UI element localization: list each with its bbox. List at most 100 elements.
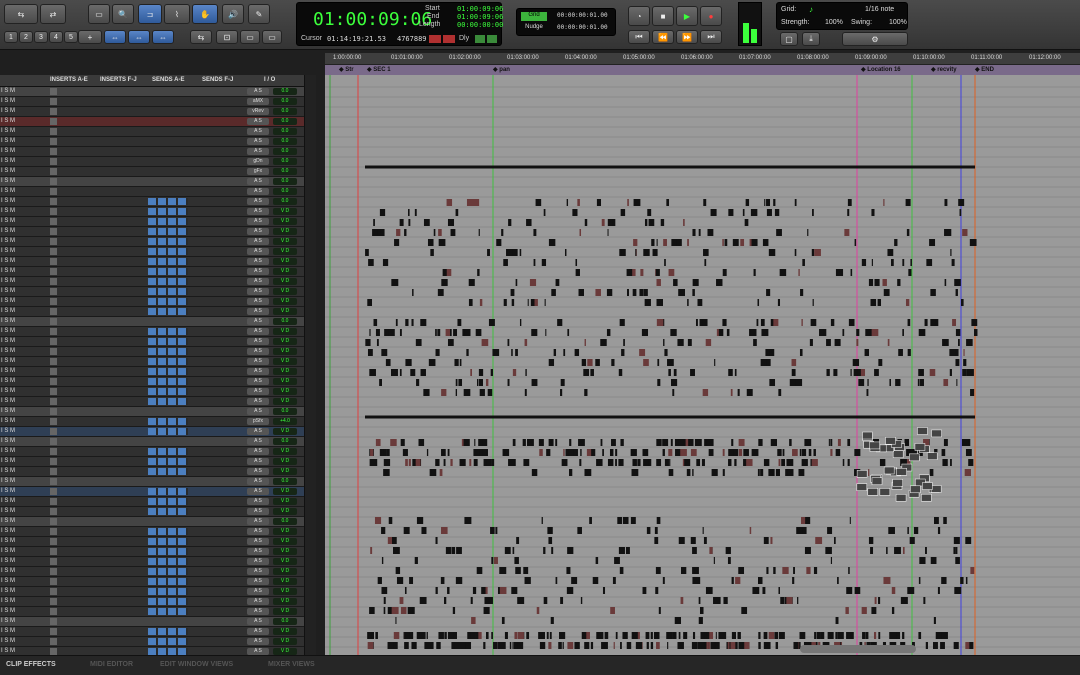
audio-clip[interactable] — [595, 289, 601, 296]
audio-clip[interactable] — [555, 577, 558, 584]
solo-mute-buttons[interactable]: I S M — [1, 328, 15, 334]
track-row[interactable]: I S MA SV D — [0, 257, 316, 267]
audio-clip[interactable] — [457, 319, 462, 326]
audio-clip[interactable] — [814, 632, 817, 639]
insert-slot[interactable] — [50, 458, 57, 465]
track-row[interactable]: I S M aMX 0.0 — [0, 97, 316, 107]
audio-clip[interactable] — [606, 289, 613, 296]
track-io-selector[interactable]: A S — [247, 258, 269, 265]
audio-clip[interactable] — [517, 597, 525, 604]
track-io-selector[interactable]: A S — [247, 408, 269, 415]
audio-clip[interactable] — [469, 279, 475, 286]
track-row[interactable]: I S MA SV D — [0, 347, 316, 357]
audio-clip[interactable] — [871, 329, 879, 336]
audio-clip[interactable] — [473, 449, 480, 456]
audio-clip[interactable] — [804, 547, 811, 554]
audio-clip[interactable] — [607, 229, 609, 236]
audio-clip[interactable] — [922, 482, 933, 490]
audio-clip[interactable] — [528, 632, 530, 639]
audio-clip[interactable] — [656, 279, 661, 286]
track-io-selector[interactable]: A S — [247, 338, 269, 345]
commands-focus-button[interactable]: ▭ — [240, 30, 260, 44]
audio-clip[interactable] — [961, 439, 969, 446]
audio-clip[interactable] — [895, 379, 901, 386]
audio-clip[interactable] — [491, 459, 495, 466]
audio-clip[interactable] — [551, 289, 556, 296]
audio-clip[interactable] — [955, 289, 958, 296]
audio-clip[interactable] — [705, 587, 713, 594]
track-io-selector[interactable]: A S — [247, 508, 269, 515]
audio-clip[interactable] — [791, 369, 796, 376]
audio-clip[interactable] — [423, 219, 430, 226]
audio-clip[interactable] — [467, 632, 472, 639]
solo-mute-buttons[interactable]: I S M — [1, 318, 15, 324]
audio-clip[interactable] — [718, 329, 723, 336]
audio-clip[interactable] — [667, 359, 674, 366]
audio-clip[interactable] — [727, 557, 731, 564]
audio-clip[interactable] — [749, 527, 752, 534]
track-row[interactable]: I S MA SV D — [0, 507, 316, 517]
audio-clip[interactable] — [536, 607, 540, 614]
audio-clip[interactable] — [600, 339, 607, 346]
audio-clip[interactable] — [589, 517, 592, 524]
audio-clip[interactable] — [370, 449, 374, 456]
audio-clip[interactable] — [581, 359, 587, 366]
audio-clip[interactable] — [900, 597, 908, 604]
solo-mute-buttons[interactable]: I S M — [1, 548, 15, 554]
audio-clip[interactable] — [486, 459, 492, 466]
swing-value[interactable]: 100% — [889, 19, 907, 26]
audio-clip[interactable] — [934, 319, 939, 326]
clip-area[interactable] — [325, 75, 1080, 655]
audio-clip[interactable] — [838, 632, 844, 639]
send-slots[interactable] — [148, 258, 188, 265]
audio-clip[interactable] — [654, 537, 659, 544]
audio-clip[interactable] — [435, 329, 437, 336]
scrubber-tool-icon[interactable]: 🔊 — [222, 4, 244, 24]
insert-slot[interactable] — [50, 438, 57, 445]
track-volume[interactable]: V D — [273, 528, 297, 535]
audio-clip[interactable] — [562, 642, 564, 649]
audio-clip[interactable] — [447, 449, 450, 456]
audio-clip[interactable] — [548, 359, 555, 366]
audio-clip[interactable] — [802, 459, 808, 466]
track-volume[interactable]: V D — [273, 608, 297, 615]
track-io-selector[interactable]: A S — [247, 88, 269, 95]
track-io-selector[interactable]: A S — [247, 448, 269, 455]
audio-clip[interactable] — [919, 379, 924, 386]
audio-clip[interactable] — [761, 329, 769, 336]
track-row[interactable]: I S M A S 0.0 — [0, 87, 316, 97]
audio-clip[interactable] — [758, 439, 763, 446]
track-row[interactable]: I S M A S 0.0 — [0, 117, 316, 127]
audio-clip[interactable] — [780, 597, 785, 604]
send-slots[interactable] — [148, 568, 188, 575]
audio-clip[interactable] — [753, 269, 756, 276]
link-track-edit-button[interactable]: ⇔ — [128, 30, 150, 44]
audio-clip[interactable] — [763, 632, 768, 639]
length-value[interactable]: 00:00:00:00 — [457, 21, 503, 29]
audio-clip[interactable] — [706, 439, 714, 446]
audio-clip[interactable] — [645, 632, 650, 639]
audio-clip[interactable] — [921, 493, 932, 502]
edit-window-views-tab[interactable]: EDIT WINDOW VIEWS — [160, 661, 233, 668]
audio-clip[interactable] — [730, 389, 733, 396]
audio-clip[interactable] — [941, 449, 946, 456]
audio-clip[interactable] — [963, 349, 965, 356]
audio-clip[interactable] — [967, 369, 974, 376]
track-io-selector[interactable]: A S — [247, 308, 269, 315]
audio-clip[interactable] — [756, 319, 759, 326]
audio-clip[interactable] — [879, 459, 886, 466]
audio-clip[interactable] — [390, 439, 397, 446]
audio-clip[interactable] — [580, 449, 582, 456]
audio-clip[interactable] — [612, 577, 616, 584]
audio-clip[interactable] — [808, 449, 812, 456]
audio-clip[interactable] — [383, 597, 386, 604]
track-row[interactable]: I S MA SV D — [0, 557, 316, 567]
audio-clip[interactable] — [886, 547, 888, 554]
marker-label[interactable]: ◆ pan — [493, 66, 510, 73]
audio-clip[interactable] — [438, 239, 446, 246]
track-io-selector[interactable]: A S — [247, 498, 269, 505]
track-row[interactable]: I S MA SV D — [0, 577, 316, 587]
send-slots[interactable] — [148, 528, 188, 535]
audio-clip[interactable] — [878, 632, 881, 639]
audio-clip[interactable] — [491, 632, 493, 639]
